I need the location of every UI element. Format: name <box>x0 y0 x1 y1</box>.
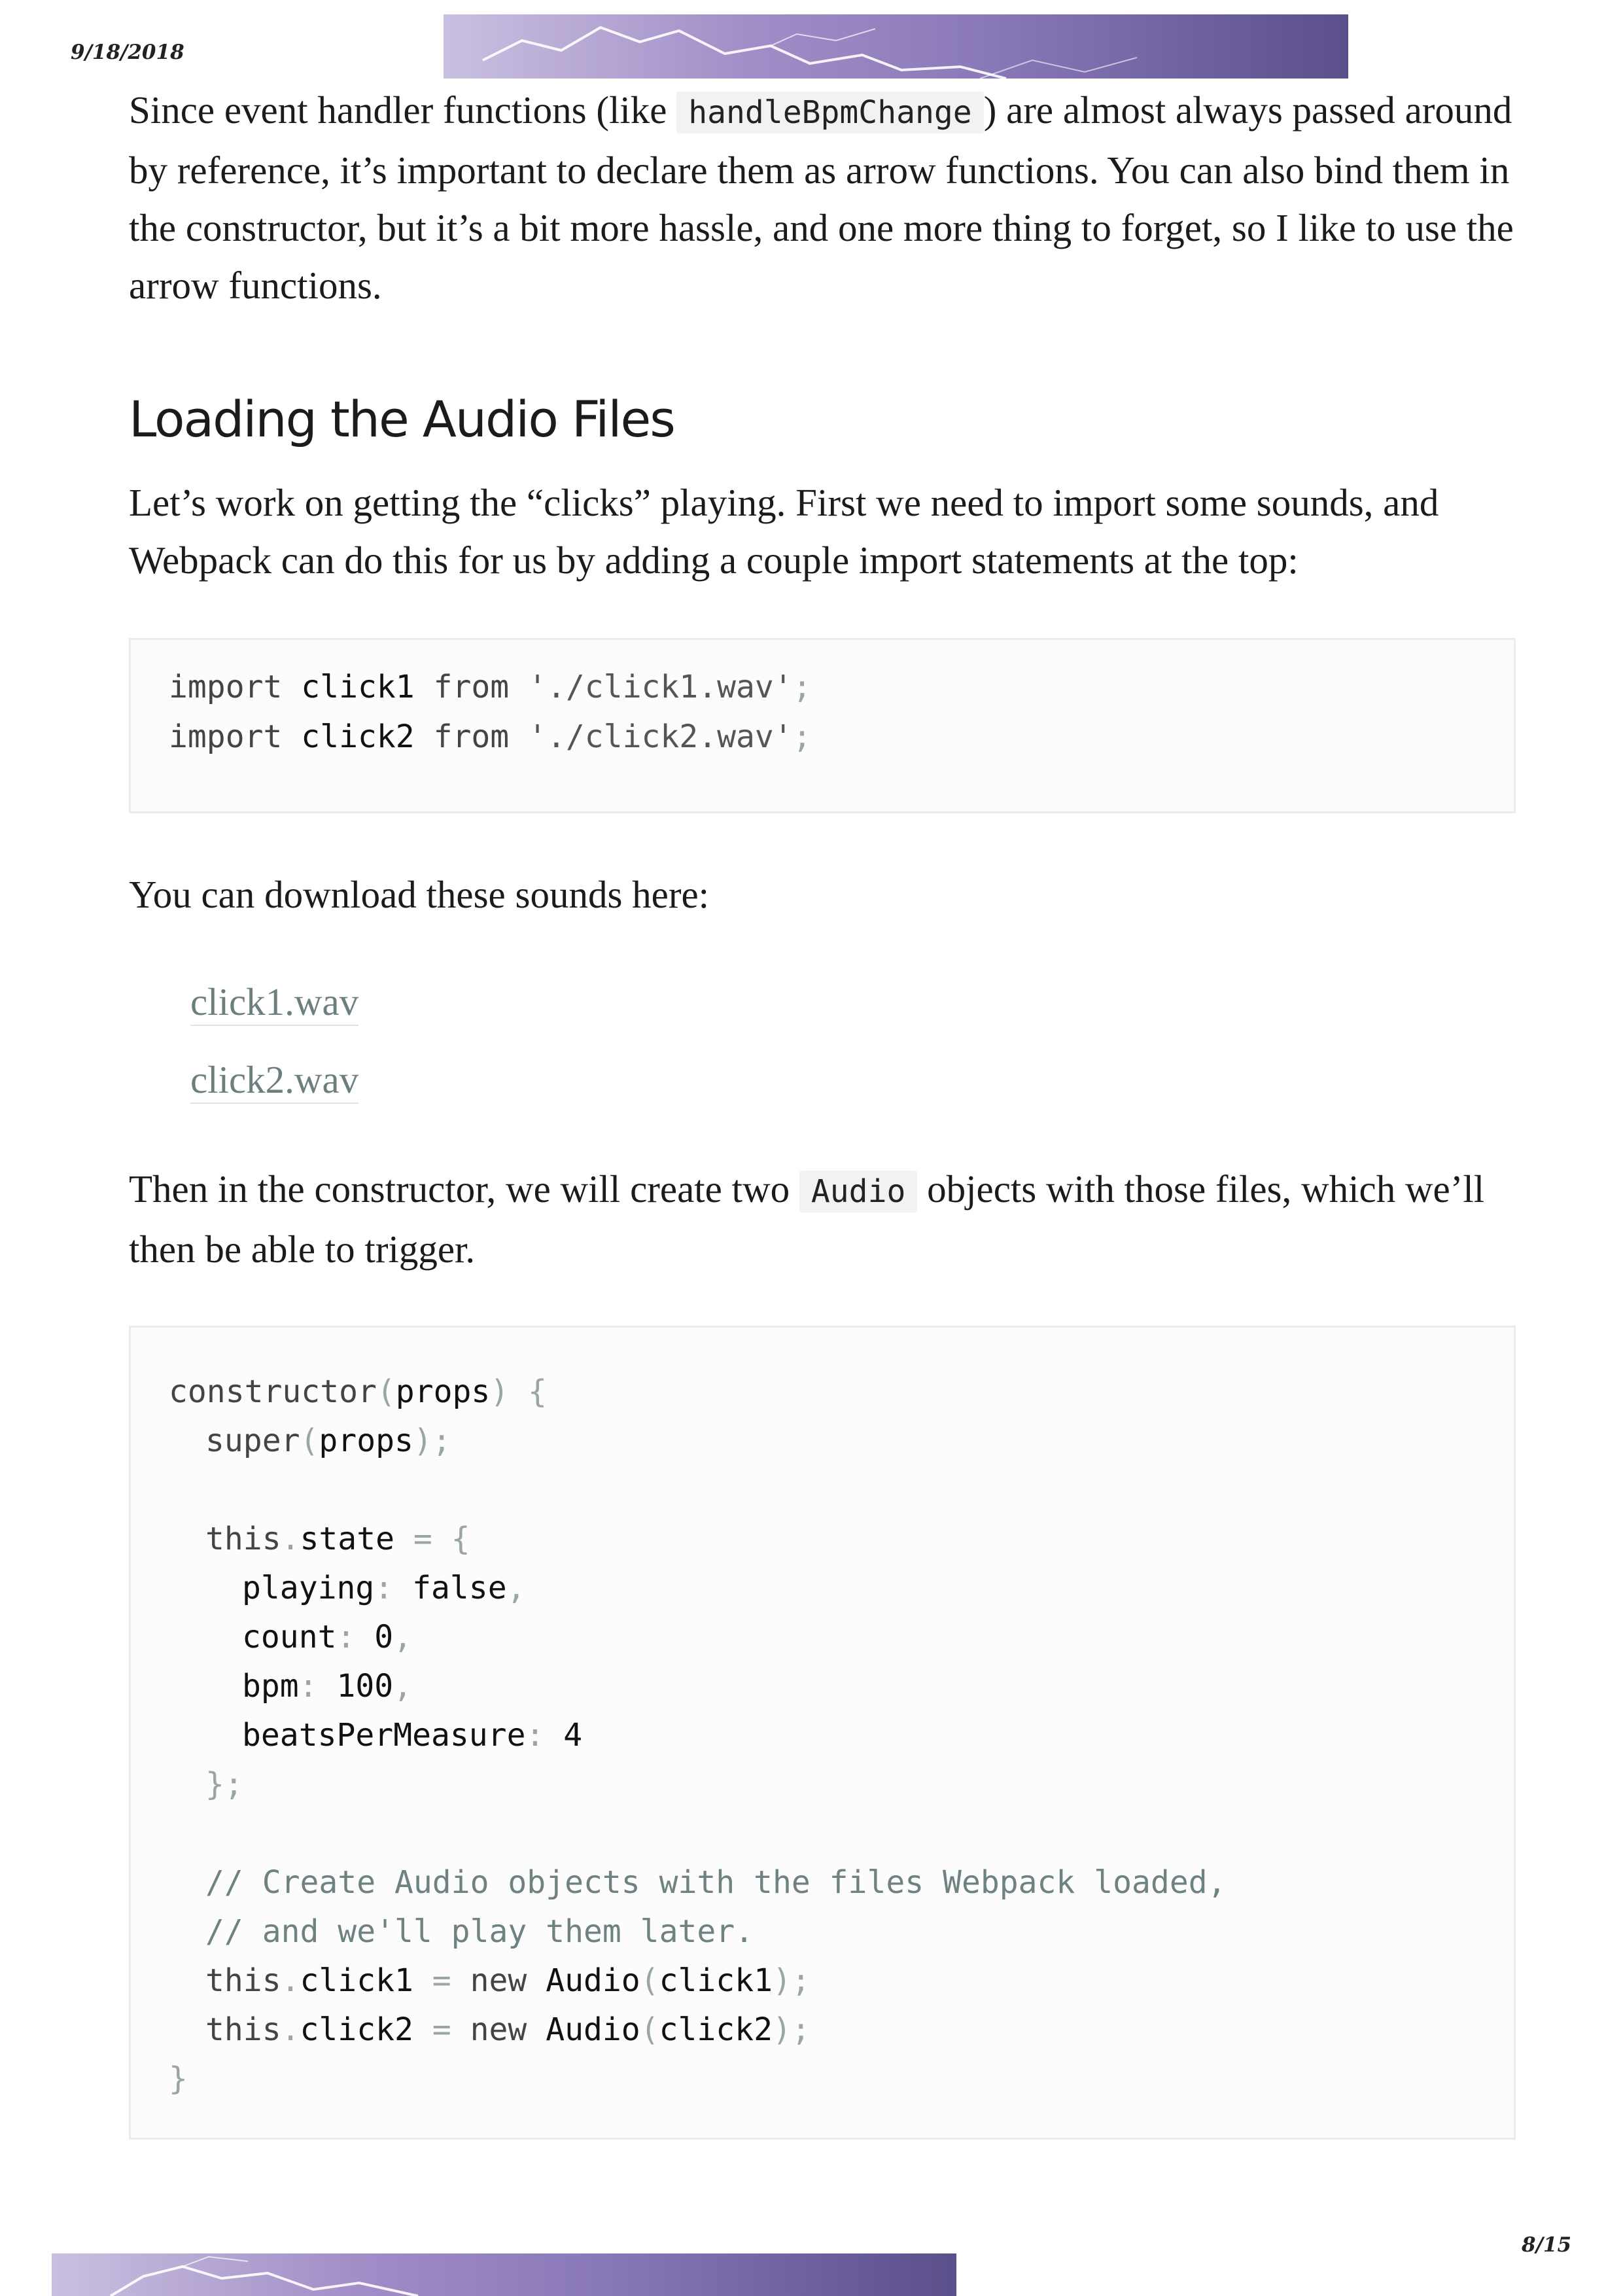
import-paragraph: Let’s work on getting the “clicks” playi… <box>129 481 1439 582</box>
code-line: this.click1 = new Audio(click1); <box>205 1962 811 1999</box>
code-block-constructor: constructor(props) { super(props); this.… <box>129 1326 1516 2140</box>
code-comment: // Create Audio objects with the files W… <box>205 1864 1227 1901</box>
download-paragraph: You can download these sounds here: <box>129 873 710 916</box>
code-block-imports: import click1 from './click1.wav'; impor… <box>129 638 1516 813</box>
code-line: this.click2 = new Audio(click2); <box>205 2011 811 2048</box>
print-date: 9/18/2018 <box>71 41 184 64</box>
code-line: playing: false, <box>242 1570 526 1606</box>
code-line: count: 0, <box>242 1619 413 1655</box>
constructor-text: Then in the constructor, we will create … <box>129 1167 799 1210</box>
header-banner-image <box>444 14 1348 79</box>
page-number: 8/15 <box>1522 2233 1572 2257</box>
lightning-icon <box>482 26 1138 79</box>
link-click2-wav[interactable]: click2.wav <box>190 1057 359 1104</box>
link-click1-wav[interactable]: click1.wav <box>190 979 359 1026</box>
code-comment: // and we'll play them later. <box>205 1913 754 1950</box>
lightning-icon <box>109 2255 419 2296</box>
inline-code-audio: Audio <box>799 1171 918 1212</box>
inline-code-handleBpmChange: handleBpmChange <box>676 92 984 133</box>
constructor-paragraph: Then in the constructor, we will create … <box>129 1160 1516 1278</box>
intro-text: Since event handler functions (like <box>129 88 677 132</box>
code-line: constructor(props) { <box>169 1373 547 1410</box>
code-line: super(props); <box>205 1422 451 1459</box>
code-line: import click2 from './click2.wav'; <box>169 718 812 755</box>
code-line: this.state = { <box>205 1521 470 1557</box>
code-line: beatsPerMeasure: 4 <box>242 1717 583 1754</box>
code-line: import click1 from './click1.wav'; <box>169 669 812 705</box>
footer-banner-image <box>52 2253 956 2296</box>
intro-paragraph: Since event handler functions (like hand… <box>129 81 1516 314</box>
code-line: } <box>169 2060 188 2097</box>
code-line: bpm: 100, <box>242 1668 413 1704</box>
section-heading: Loading the Audio Files <box>129 390 676 448</box>
code-line: }; <box>205 1766 243 1803</box>
